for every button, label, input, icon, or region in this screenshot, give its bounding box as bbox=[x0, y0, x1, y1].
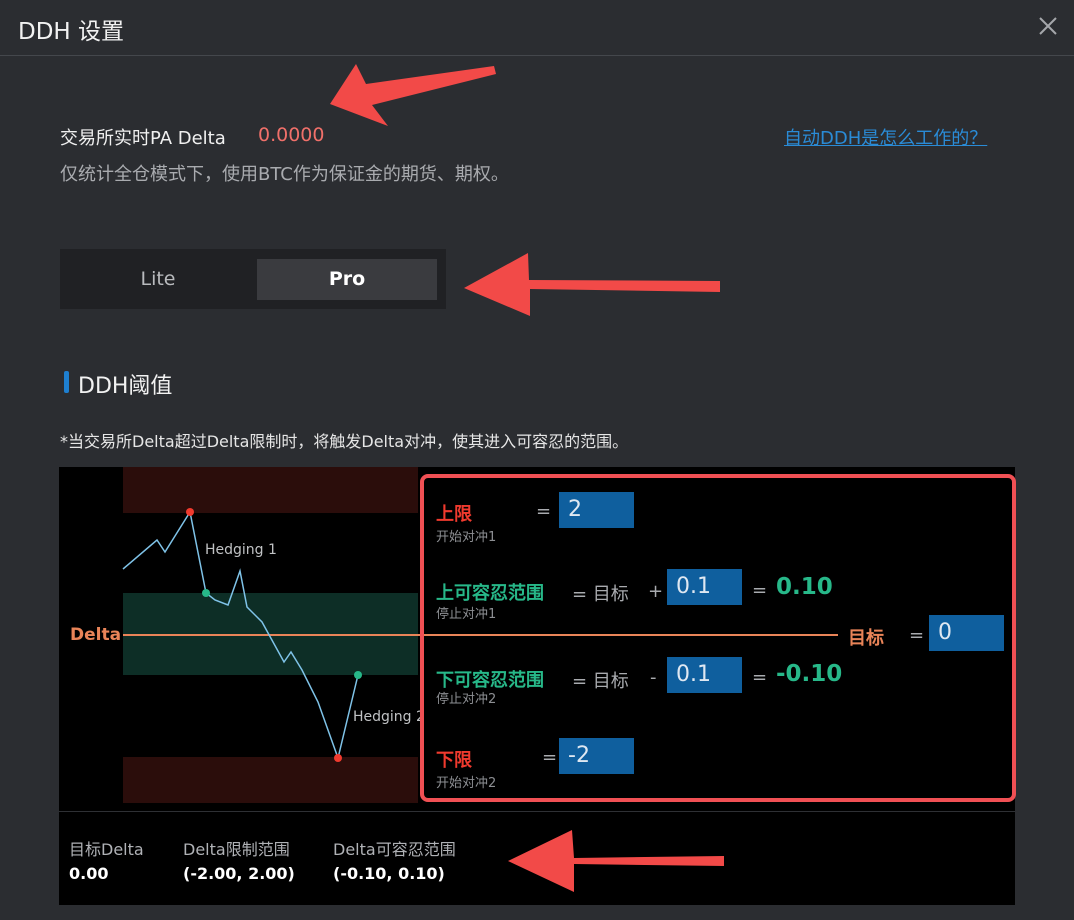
annotation-arrow-3 bbox=[508, 830, 724, 892]
annotation-arrow-1 bbox=[330, 64, 496, 126]
annotation-arrow-2 bbox=[464, 253, 720, 316]
annotation-arrows bbox=[330, 64, 724, 892]
